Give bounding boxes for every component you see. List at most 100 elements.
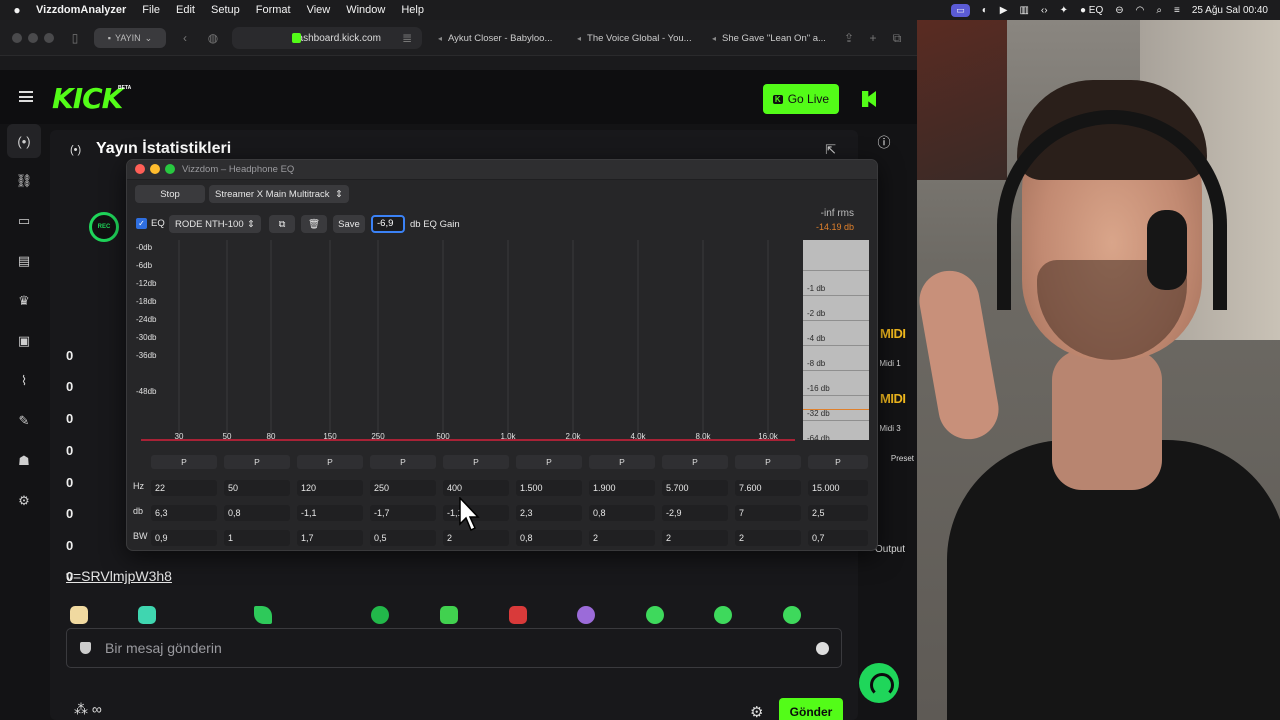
status-eq[interactable]: ● EQ [1080,5,1103,16]
kick-logo[interactable]: KICK [52,82,123,115]
menu-app-name[interactable]: VizzdomAnalyzer [34,4,134,16]
band-type-button[interactable]: P [662,455,728,469]
settings-icon[interactable]: ⚙ [7,484,41,518]
chat-settings-icon[interactable]: ⚙ [750,703,763,720]
band-hz-field[interactable]: 1.500 [516,480,582,496]
expand-icon[interactable]: ⇱ [825,142,836,158]
status-toggle-icon[interactable]: ⊖ [1115,5,1123,16]
browser-tab-3[interactable]: ◂ She Gave "Lean On" a... [712,27,826,49]
chat-input[interactable]: Bir mesaj gönderin [66,628,842,668]
menu-setup[interactable]: Setup [203,4,248,16]
window-minimize-button[interactable] [28,33,38,43]
band-bw-field[interactable]: 2 [589,530,655,546]
band-hz-field[interactable]: 50 [224,480,290,496]
rec-button[interactable]: REC [89,212,119,242]
band-type-button[interactable]: P [370,455,436,469]
share-icon[interactable]: ⇪ [840,29,858,47]
menu-help[interactable]: Help [393,4,432,16]
emote-icon[interactable] [577,606,595,624]
status-audio-icon[interactable]: ▥ [1019,5,1028,16]
emote-icon[interactable] [70,606,88,624]
send-button[interactable]: Gönder [779,698,843,720]
window-close-button[interactable] [12,33,22,43]
band-db-field[interactable]: 0,8 [224,505,290,521]
close-button[interactable] [135,164,145,174]
chat-link[interactable]: v=SRVlmjpW3h8 [66,568,172,584]
band-bw-field[interactable]: 2 [735,530,801,546]
delete-button[interactable]: 🗑 [301,215,327,233]
status-sparkle-icon[interactable]: ✦ [1060,5,1068,16]
band-db-field[interactable]: 6,3 [151,505,217,521]
output-select[interactable]: Streamer X Main Multitrack ⇕ [209,185,349,203]
emote-icon[interactable] [783,606,801,624]
emote-icon[interactable] [509,606,527,624]
band-hz-field[interactable]: 400 [443,480,509,496]
reader-icon[interactable]: ≣ [398,29,416,47]
new-tab-icon[interactable]: + [864,29,882,47]
band-db-field[interactable]: 2,3 [516,505,582,521]
menu-format[interactable]: Format [248,4,299,16]
emoji-icon[interactable] [816,642,829,655]
band-hz-field[interactable]: 120 [297,480,363,496]
band-db-field[interactable]: -2,9 [662,505,728,521]
status-control-icon[interactable]: ▭ [951,3,970,17]
zoom-button[interactable] [165,164,175,174]
emote-icon[interactable] [714,606,732,624]
band-db-field[interactable]: -1,1 [297,505,363,521]
trophy-icon[interactable]: ♛ [7,284,41,318]
link-icon[interactable]: ⛓ [7,164,41,198]
band-db-field[interactable]: 0,8 [589,505,655,521]
emote-icon[interactable] [440,606,458,624]
address-bar[interactable]: dashboard.kick.com [232,27,422,49]
apple-icon[interactable]: ● [0,3,34,17]
band-bw-field[interactable]: 0,5 [370,530,436,546]
band-bw-field[interactable]: 0,7 [808,530,868,546]
band-bw-field[interactable]: 1,7 [297,530,363,546]
band-type-button[interactable]: P [443,455,509,469]
band-bw-field[interactable]: 0,9 [151,530,217,546]
band-type-button[interactable]: P [224,455,290,469]
band-db-field[interactable]: 2,5 [808,505,868,521]
tab-group-selector[interactable]: ▪ YAYIN ⌄ [94,28,166,48]
status-search-icon[interactable]: ⌕ [1156,5,1162,16]
band-hz-field[interactable]: 1.900 [589,480,655,496]
band-hz-field[interactable]: 5.700 [662,480,728,496]
band-bw-field[interactable]: 1 [224,530,290,546]
video-icon[interactable]: ▣ [7,324,41,358]
band-hz-field[interactable]: 22 [151,480,217,496]
band-type-button[interactable]: P [735,455,801,469]
menu-icon[interactable] [19,91,33,102]
stats-icon[interactable]: ⌇ [7,364,41,398]
save-button[interactable]: Save [333,215,365,233]
menu-edit[interactable]: Edit [168,4,203,16]
band-bw-field[interactable]: 2 [662,530,728,546]
help-chat-button[interactable] [859,663,899,703]
band-type-button[interactable]: P [589,455,655,469]
tab-overview-icon[interactable]: ⧉ [888,29,906,47]
copy-button[interactable]: ⧉ [269,215,295,233]
broadcast-icon[interactable]: (•) [7,124,41,158]
band-type-button[interactable]: P [297,455,363,469]
status-datetime[interactable]: 25 Ağu Sal 00:40 [1192,5,1268,16]
browser-tab-2[interactable]: ◂ The Voice Global - You... [577,27,692,49]
emote-icon[interactable] [254,606,272,624]
band-type-button[interactable]: P [516,455,582,469]
users-icon[interactable]: ☗ [7,444,41,478]
shield-icon[interactable]: ◍ [204,29,222,47]
eq-graph[interactable] [127,236,799,448]
menu-view[interactable]: View [299,4,339,16]
band-type-button[interactable]: P [151,455,217,469]
window-zoom-button[interactable] [44,33,54,43]
band-db-field[interactable]: 7 [735,505,801,521]
wrench-icon[interactable]: ✎ [7,404,41,438]
emote-icon[interactable] [371,606,389,624]
browser-tab-1[interactable]: ◂ Aykut Closer - Babyloo... [438,27,552,49]
back-icon[interactable]: ‹ [176,29,194,47]
status-code-icon[interactable]: ‹› [1041,5,1048,16]
analytics-icon[interactable]: ▤ [7,244,41,278]
band-hz-field[interactable]: 250 [370,480,436,496]
emote-icon[interactable] [138,606,156,624]
band-bw-field[interactable]: 0,8 [516,530,582,546]
info-icon[interactable]: ⓘ [870,129,898,157]
status-play-icon[interactable]: ▶ [1000,5,1008,16]
